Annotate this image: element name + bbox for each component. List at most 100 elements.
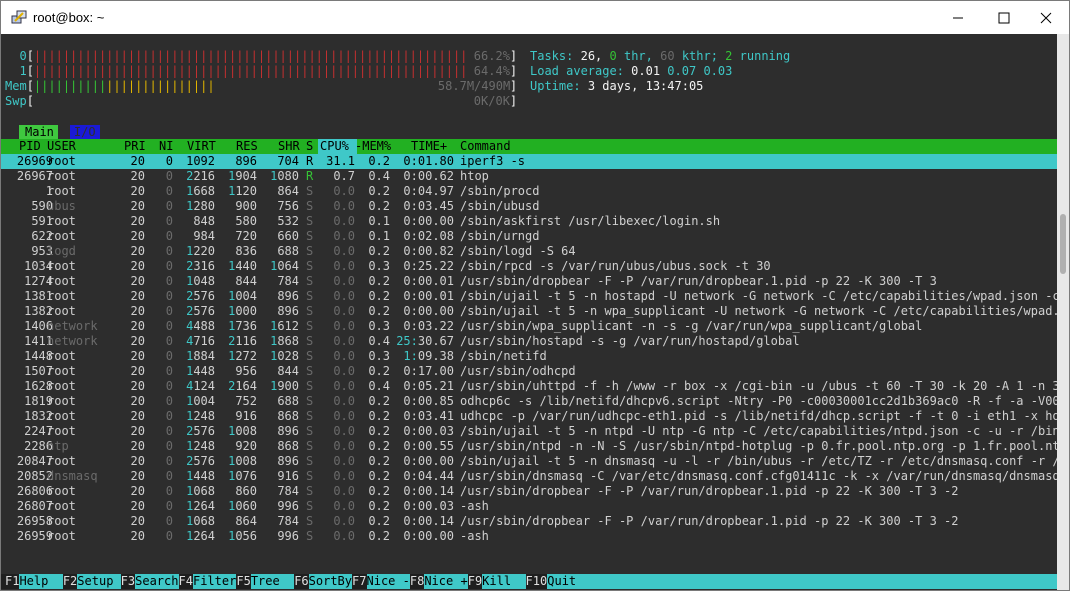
- process-row[interactable]: 26958 root 20 0 1068 864 784 S 0.0 0.2 0:00.14/usr…: [1, 514, 1057, 529]
- process-row[interactable]: 26807 root 20 0 1264 1060 996 S 0.0 0.2 0:00.03 -as…: [1, 499, 1057, 514]
- cell-mem: 0.2: [368, 244, 390, 258]
- col-ni[interactable]: NI: [159, 139, 173, 154]
- fkey-f10[interactable]: F10: [526, 574, 548, 589]
- fkey-f5[interactable]: F5: [236, 574, 250, 589]
- cell-user: root: [47, 289, 76, 303]
- process-row[interactable]: 1832 root 20 0 1248 916 868 S 0.0 0.2 0:03.41 udhcp…: [1, 409, 1057, 424]
- process-row[interactable]: 1507 root 20 0 1448 956 844 S 0.0 0.2 0:17.00/usr/…: [1, 364, 1057, 379]
- cell-shr: 996: [277, 529, 299, 543]
- cell-pri: 20: [130, 484, 145, 498]
- fkey-f6[interactable]: F6: [294, 574, 308, 589]
- process-row[interactable]: 26806 root 20 0 1068 860 784 S 0.0 0.2 0:00.14/usr…: [1, 484, 1057, 499]
- process-row[interactable]: 1382 root 20 0 2576 1000 896 S 0.0 0.2 0:00.00/sbi…: [1, 304, 1057, 319]
- window-title: root@box: ~: [33, 10, 105, 25]
- cell-pri: 20: [130, 199, 145, 213]
- fkey-f8[interactable]: F8: [410, 574, 424, 589]
- process-row[interactable]: 591 root 20 0 848 580 532 S 0.0 0.1 0:00.00/sbin/a…: [1, 214, 1057, 229]
- cell-user: ubus: [47, 199, 76, 213]
- cell-user: root: [47, 514, 76, 528]
- process-row[interactable]: 26967 root 20 0 2216 1904 1080 R 0.7 0.4 0:00.62 ht…: [1, 169, 1057, 184]
- process-row[interactable]: 2247 root 20 0 2576 1008 896 S 0.0 0.2 0:00.03/sbi…: [1, 424, 1057, 439]
- fkey-f7[interactable]: F7: [352, 574, 366, 589]
- cell-pri: 20: [130, 499, 145, 513]
- process-row[interactable]: 1411 network 20 0 4716 2116 1868 S 0.0 0.4 25:30.6…: [1, 334, 1057, 349]
- cell-virt: 4488: [186, 319, 215, 333]
- process-row[interactable]: 1406 network 20 0 4488 1736 1612 S 0.0 0.3 0:03.22…: [1, 319, 1057, 334]
- process-row[interactable]: 26959 root 20 0 1264 1056 996 S 0.0 0.2 0:00.00 -as…: [1, 529, 1057, 544]
- window-titlebar[interactable]: root@box: ~: [1, 1, 1069, 34]
- fkey-label-f7[interactable]: Nice -: [366, 574, 410, 589]
- process-row[interactable]: 20852 dnsmasq 20 0 1448 1076 916 S 0.0 0.2 0:04.44…: [1, 469, 1057, 484]
- col-pid[interactable]: PID: [19, 139, 41, 154]
- cell-user: root: [47, 484, 76, 498]
- mem-bars-cache: |||||||||||||||: [106, 79, 215, 93]
- fkey-label-f8[interactable]: Nice +: [424, 574, 468, 589]
- process-row[interactable]: 1819 root 20 0 1004 752 688 S 0.0 0.2 0:00.85 odhcp…: [1, 394, 1057, 409]
- cell-ni: 0: [165, 424, 173, 438]
- process-row[interactable]: 622 root 20 0 984 720 660 S 0.0 0.1 0:02.08/sbin/u…: [1, 229, 1057, 244]
- fkey-label-f10[interactable]: Quit: [547, 574, 1057, 589]
- cell-mem: 0.2: [368, 154, 390, 168]
- fkey-label-f1[interactable]: Help: [19, 574, 63, 589]
- htop-terminal[interactable]: 0[||||||||||||||||||||||||||||||||||||||…: [1, 34, 1057, 590]
- col-res[interactable]: RES: [236, 139, 258, 154]
- cell-mem: 0.2: [368, 499, 390, 513]
- fkey-label-f5[interactable]: Tree: [250, 574, 295, 589]
- cell-res: 864: [235, 514, 257, 528]
- vertical-scrollbar[interactable]: [1057, 34, 1069, 590]
- maximize-button[interactable]: [981, 1, 1027, 34]
- close-icon: [1040, 12, 1052, 23]
- cell-shr: 868: [277, 439, 299, 453]
- col-command[interactable]: Command: [460, 139, 511, 154]
- cell-time: 0:03.22: [403, 319, 454, 333]
- fkey-label-f4[interactable]: Filter: [192, 574, 237, 589]
- cell-cpu: 0.0: [333, 454, 355, 468]
- cell-virt: 1884: [186, 349, 215, 363]
- process-row[interactable]: 1274 root 20 0 1048 844 784 S 0.0 0.2 0:00.01/usr/…: [1, 274, 1057, 289]
- cell-cpu: 0.0: [333, 499, 355, 513]
- tab-main[interactable]: Main: [19, 125, 58, 140]
- cell-user: root: [47, 394, 76, 408]
- col-user[interactable]: USER: [47, 139, 76, 154]
- fkey-label-f6[interactable]: SortBy: [308, 574, 353, 589]
- cell-shr: 916: [277, 469, 299, 483]
- col-cpu[interactable]: CPU%: [318, 139, 357, 154]
- process-row[interactable]: 20847 root 20 0 2576 1008 896 S 0.0 0.2 0:00.00/sb…: [1, 454, 1057, 469]
- process-row[interactable]: 1034 root 20 0 2316 1440 1064 S 0.0 0.3 0:25.22/sb…: [1, 259, 1057, 274]
- process-row[interactable]: 1 root 20 0 1668 1120 864 S 0.0 0.2 0:04.97/sbin/p…: [1, 184, 1057, 199]
- fkey-f1[interactable]: F1: [5, 574, 19, 589]
- fkey-f3[interactable]: F3: [121, 574, 135, 589]
- col-time[interactable]: TIME+: [411, 139, 447, 154]
- cell-mem: 0.2: [368, 514, 390, 528]
- process-row[interactable]: 1448 root 20 0 1884 1272 1028 S 0.0 0.3 1:09.38/sb…: [1, 349, 1057, 364]
- fkey-f4[interactable]: F4: [179, 574, 193, 589]
- fkey-f9[interactable]: F9: [468, 574, 482, 589]
- cell-time: 0:02.08: [403, 229, 454, 243]
- process-row[interactable]: 2286 ntp 20 0 1248 920 868 S 0.0 0.2 0:00.55/usr/s…: [1, 439, 1057, 454]
- col-shr[interactable]: SHR: [278, 139, 300, 154]
- fkey-f2[interactable]: F2: [63, 574, 77, 589]
- col-virt[interactable]: VIRT: [187, 139, 216, 154]
- col-mem[interactable]: -MEM%: [355, 139, 391, 154]
- fkey-label-f3[interactable]: Search: [135, 574, 179, 589]
- cell-shr: 688: [277, 244, 299, 258]
- tab-io[interactable]: I/O: [69, 125, 100, 140]
- fkey-label-f2[interactable]: Setup: [77, 574, 121, 589]
- col-pri[interactable]: PRI: [124, 139, 146, 154]
- process-row[interactable]: 590 ubus 20 0 1280 900 756 S 0.0 0.2 0:03.45/sbin/…: [1, 199, 1057, 214]
- process-row[interactable]: 1381 root 20 0 2576 1004 896 S 0.0 0.2 0:00.01/sbi…: [1, 289, 1057, 304]
- process-row[interactable]: 953 logd 20 0 1220 836 688 S 0.0 0.2 0:00.82/sbin/…: [1, 244, 1057, 259]
- cell-time: 0:03.45: [403, 199, 454, 213]
- close-button[interactable]: [1023, 1, 1069, 34]
- cell-state: S: [306, 199, 314, 213]
- cell-cpu: 0.0: [333, 319, 355, 333]
- cell-user: root: [47, 499, 76, 513]
- scrollbar-thumb[interactable]: [1060, 214, 1066, 274]
- process-row[interactable]: 26969 root 20 0 1092 896 704 R 31.1 0.2 0:01.80 ipe…: [1, 154, 1057, 169]
- process-row[interactable]: 1628 root 20 0 4124 2164 1900 S 0.0 0.4 0:05.21/us…: [1, 379, 1057, 394]
- cell-cpu: 0.0: [333, 289, 355, 303]
- fkey-label-f9[interactable]: Kill: [482, 574, 526, 589]
- col-state[interactable]: S: [306, 139, 313, 154]
- minimize-button[interactable]: [935, 1, 981, 34]
- cell-shr: 1868: [270, 334, 299, 348]
